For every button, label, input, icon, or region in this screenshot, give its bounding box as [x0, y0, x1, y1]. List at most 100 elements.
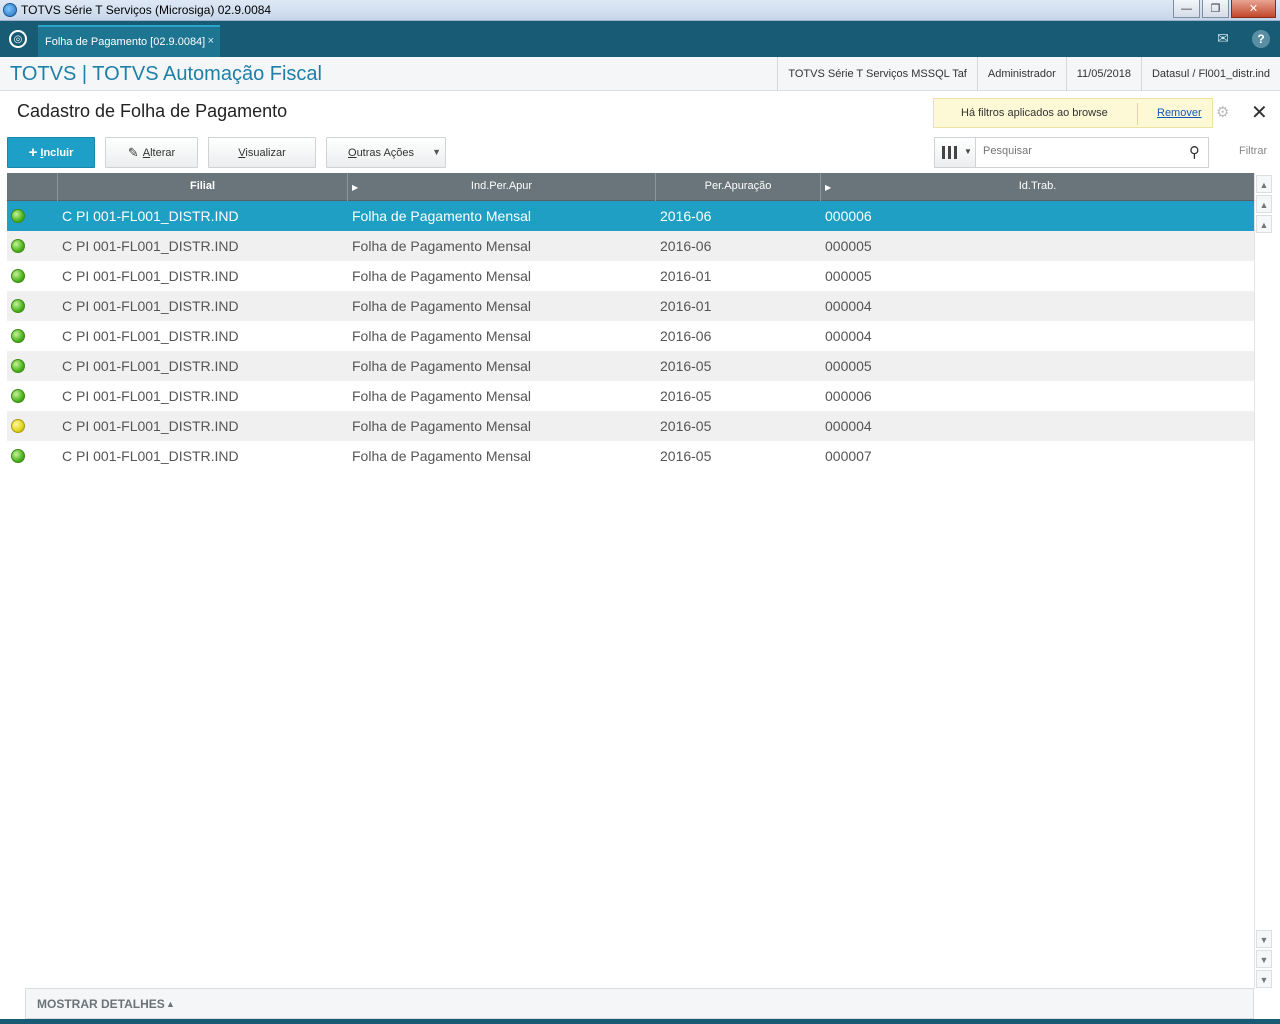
chevron-down-icon: ▼: [964, 147, 972, 156]
cell-ind-per-apur: Folha de Pagamento Mensal: [352, 268, 531, 284]
cell-filial: C PI 001-FL001_DISTR.IND: [62, 448, 239, 464]
column-selector[interactable]: ▼: [935, 138, 976, 167]
date-label: 11/05/2018: [1065, 57, 1141, 91]
sort-arrow-icon: ▶: [825, 183, 832, 192]
header-per-apuracao[interactable]: Per.Apuração: [656, 173, 821, 201]
minimize-button[interactable]: —: [1173, 0, 1200, 18]
bottom-border: [0, 1019, 1280, 1024]
details-panel-toggle[interactable]: MOSTRAR DETALHES ▲: [25, 988, 1254, 1019]
app-name: TOTVS | TOTVS Automação Fiscal: [10, 63, 322, 85]
table-row[interactable]: C PI 001-FL001_DISTR.IND Folha de Pagamen…: [7, 291, 1254, 321]
scroll-top-button[interactable]: ▲: [1256, 175, 1272, 193]
outras-acoes-button[interactable]: Outras Ações ▼: [326, 137, 446, 168]
cell-id-trab: 000007: [825, 448, 872, 464]
search-box: ▼ ⚲: [934, 137, 1209, 168]
scroll-down-button[interactable]: ▼: [1256, 930, 1272, 948]
filter-notice-divider: [1137, 103, 1138, 125]
header-ind-per-apur[interactable]: ▶ Ind.Per.Apur: [348, 173, 656, 201]
search-input[interactable]: [983, 145, 1173, 157]
header-per-label: Per.Apuração: [704, 180, 772, 192]
cell-filial: C PI 001-FL001_DISTR.IND: [62, 388, 239, 404]
close-icon[interactable]: ✕: [1251, 100, 1268, 125]
cell-per-apuracao: 2016-06: [660, 238, 712, 254]
status-green-icon: [11, 299, 25, 313]
filtrar-link[interactable]: Filtrar: [1239, 145, 1267, 157]
cell-id-trab: 000004: [825, 328, 872, 344]
totvs-logo-icon[interactable]: ◎: [9, 30, 27, 48]
cell-filial: C PI 001-FL001_DISTR.IND: [62, 358, 239, 374]
status-green-icon: [11, 329, 25, 343]
cell-per-apuracao: 2016-05: [660, 448, 712, 464]
vertical-scrollbar[interactable]: ▲ ▲ ▲ ▼ ▼ ▼: [1254, 173, 1272, 988]
cell-filial: C PI 001-FL001_DISTR.IND: [62, 208, 239, 224]
table-row[interactable]: C PI 001-FL001_DISTR.IND Folha de Pagamen…: [7, 441, 1254, 471]
alterar-label: Alterar: [142, 146, 176, 159]
header-id-label: Id.Trab.: [1018, 180, 1057, 192]
tab-close-icon[interactable]: ×: [208, 35, 214, 47]
search-icon[interactable]: ⚲: [1189, 143, 1200, 161]
remove-filter-link[interactable]: Remover: [1157, 107, 1202, 119]
cell-id-trab: 000005: [825, 268, 872, 284]
scroll-bottom-button[interactable]: ▼: [1256, 970, 1272, 988]
environment-label: TOTVS Série T Serviços MSSQL Taf: [777, 57, 977, 91]
cell-per-apuracao: 2016-06: [660, 208, 712, 224]
table-row[interactable]: C PI 001-FL001_DISTR.IND Folha de Pagamen…: [7, 351, 1254, 381]
cell-ind-per-apur: Folha de Pagamento Mensal: [352, 358, 531, 374]
scroll-page-up-button[interactable]: ▲: [1256, 195, 1272, 213]
app-tabbar: ◎ Folha de Pagamento [02.9.0084] × ✉ ?: [0, 21, 1280, 57]
table-row[interactable]: C PI 001-FL001_DISTR.IND Folha de Pagamen…: [7, 381, 1254, 411]
user-label: Administrador: [976, 57, 1066, 91]
filter-notice: Há filtros aplicados ao browse Remover: [933, 98, 1213, 128]
cell-id-trab: 000006: [825, 388, 872, 404]
status-green-icon: [11, 239, 25, 253]
page-title: Cadastro de Folha de Pagamento: [17, 101, 288, 121]
mail-icon[interactable]: ✉: [1214, 30, 1232, 48]
window-close-button[interactable]: ✕: [1231, 0, 1276, 18]
header-id-trab[interactable]: ▶ Id.Trab.: [821, 173, 1254, 201]
status-green-icon: [11, 269, 25, 283]
sort-arrow-icon: ▶: [352, 183, 359, 192]
window-title: TOTVS Série T Serviços (Microsiga) 02.9.…: [21, 3, 272, 17]
table-row[interactable]: C PI 001-FL001_DISTR.IND Folha de Pagamen…: [7, 411, 1254, 441]
chevron-up-icon: ▲: [166, 999, 175, 1009]
cell-id-trab: 000004: [825, 418, 872, 434]
company-label: Datasul / Fl001_distr.ind: [1140, 57, 1280, 91]
restore-button[interactable]: ❐: [1202, 0, 1229, 18]
window-titlebar: TOTVS Série T Serviços (Microsiga) 02.9.…: [0, 0, 1280, 21]
cell-per-apuracao: 2016-01: [660, 268, 712, 284]
app-header: TOTVS | TOTVS Automação Fiscal TOTVS Sér…: [0, 57, 1280, 91]
tab-folha-de-pagamento[interactable]: Folha de Pagamento [02.9.0084] ×: [38, 25, 220, 57]
browse-grid: Filial ▶ Ind.Per.Apur Per.Apuração ▶ Id.…: [7, 173, 1254, 471]
header-filial[interactable]: Filial: [58, 173, 348, 201]
app-window-icon: [3, 3, 17, 17]
cell-filial: C PI 001-FL001_DISTR.IND: [62, 268, 239, 284]
scroll-page-down-button[interactable]: ▼: [1256, 950, 1272, 968]
outras-acoes-label: Outras Ações: [348, 146, 415, 159]
header-status[interactable]: [7, 173, 58, 201]
table-row[interactable]: C PI 001-FL001_DISTR.IND Folha de Pagamen…: [7, 201, 1254, 231]
filter-notice-text: Há filtros aplicados ao browse: [961, 107, 1108, 119]
chevron-down-icon: ▼: [432, 147, 441, 157]
cell-filial: C PI 001-FL001_DISTR.IND: [62, 328, 239, 344]
cell-ind-per-apur: Folha de Pagamento Mensal: [352, 328, 531, 344]
cell-ind-per-apur: Folha de Pagamento Mensal: [352, 388, 531, 404]
cell-filial: C PI 001-FL001_DISTR.IND: [62, 238, 239, 254]
header-ind-label: Ind.Per.Apur: [470, 180, 533, 192]
visualizar-button[interactable]: Visualizar: [208, 137, 316, 168]
window-controls: — ❐ ✕: [1171, 0, 1276, 18]
table-row[interactable]: C PI 001-FL001_DISTR.IND Folha de Pagamen…: [7, 261, 1254, 291]
status-green-icon: [11, 449, 25, 463]
alterar-button[interactable]: ✎ Alterar: [105, 137, 198, 168]
status-green-icon: [11, 359, 25, 373]
table-row[interactable]: C PI 001-FL001_DISTR.IND Folha de Pagamen…: [7, 321, 1254, 351]
incluir-button[interactable]: + Incluir: [7, 137, 95, 168]
cell-per-apuracao: 2016-01: [660, 298, 712, 314]
scroll-up-button[interactable]: ▲: [1256, 215, 1272, 233]
gear-icon[interactable]: ⚙: [1216, 103, 1232, 121]
visualizar-label: Visualizar: [238, 146, 286, 159]
status-yellow-icon: [11, 419, 25, 433]
pencil-icon: ✎: [127, 144, 139, 160]
help-icon[interactable]: ?: [1252, 30, 1270, 48]
cell-ind-per-apur: Folha de Pagamento Mensal: [352, 448, 531, 464]
table-row[interactable]: C PI 001-FL001_DISTR.IND Folha de Pagamen…: [7, 231, 1254, 261]
